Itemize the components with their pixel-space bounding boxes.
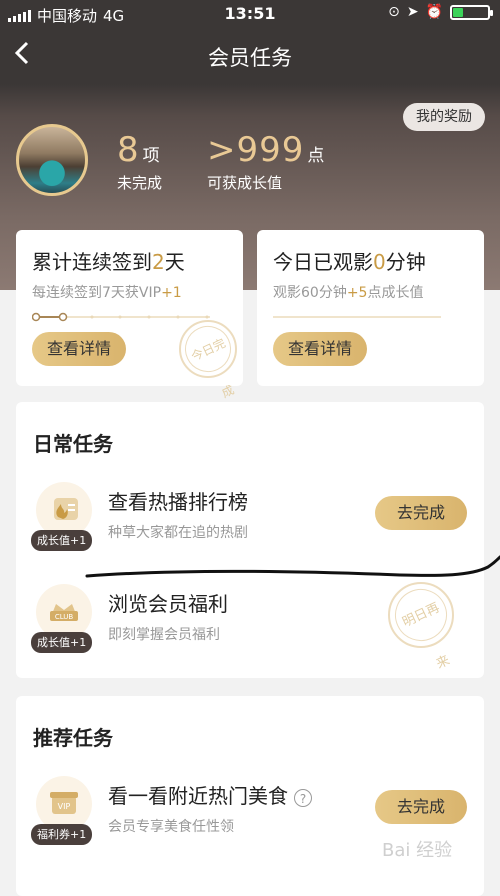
task-description: 即刻掌握会员福利 [108, 627, 220, 643]
rotation-lock-icon: ⊙ [388, 4, 400, 20]
checkin-subtitle: 每连续签到7天获VIP+1 [32, 285, 182, 301]
watch-details-button[interactable]: 查看详情 [273, 332, 367, 366]
svg-text:CLUB: CLUB [55, 613, 74, 621]
completed-today-stamp: 今日完成 [177, 318, 239, 400]
task-name: 看一看附近热门美食? [108, 780, 312, 809]
growth-label: 可获成长值 [207, 174, 283, 192]
help-icon[interactable]: ? [294, 788, 312, 807]
status-bar: 中国移动 4G 13:51 ⊙ ➤ ⏰ [0, 0, 500, 28]
growth-badge: 成长值+1 [31, 632, 93, 653]
daily-tasks-panel: 日常任务 成长值+1 查看热播排行榜 种草大家都在追的热剧 去完成 CLUB 成… [16, 402, 484, 678]
incomplete-count: 8 [117, 130, 140, 170]
incomplete-unit: 项 [142, 146, 160, 166]
page-title: 会员任务 [208, 46, 292, 70]
task-name: 浏览会员福利 [108, 592, 228, 616]
location-icon: ➤ [406, 4, 419, 20]
scribble-mark [85, 555, 500, 578]
watch-progress-track [273, 316, 441, 318]
watch-card: 今日已观影0分钟 观影60分钟+5点成长值 查看详情 [257, 230, 484, 386]
checkin-days: 2 [152, 250, 165, 274]
alarm-icon: ⏰ [425, 4, 443, 20]
growth-stat: >999 点 可获成长值 [207, 130, 324, 193]
watch-minutes: 0 [373, 250, 386, 274]
growth-value: >999 [207, 130, 305, 170]
battery-icon [450, 4, 493, 20]
svg-text:VIP: VIP [58, 802, 71, 811]
complete-task-button[interactable]: 去完成 [375, 496, 467, 530]
task-item[interactable]: CLUB 成长值+1 浏览会员福利 即刻掌握会员福利 明日再来 [16, 580, 484, 672]
my-rewards-button[interactable]: 我的奖励 [403, 103, 485, 131]
recommended-tasks-title: 推荐任务 [33, 726, 113, 750]
task-description: 会员专享美食任性领 [108, 819, 234, 835]
watch-title: 今日已观影0分钟 [273, 250, 426, 274]
growth-unit: 点 [307, 146, 325, 166]
watch-subtitle: 观影60分钟+5点成长值 [273, 285, 424, 301]
come-back-tomorrow-stamp: 明日再来 [386, 580, 456, 672]
avatar[interactable] [16, 124, 88, 196]
checkin-title: 累计连续签到2天 [32, 250, 185, 274]
coupon-badge: 福利券+1 [31, 824, 93, 845]
checkin-progress-track [32, 312, 210, 322]
checkin-card: 累计连续签到2天 每连续签到7天获VIP+1 查看详情 今日完成 [16, 230, 243, 400]
watermark: Bai 经验 [382, 840, 453, 861]
incomplete-stat: 8项 未完成 [117, 130, 162, 193]
task-description: 种草大家都在追的热剧 [108, 525, 248, 541]
incomplete-label: 未完成 [117, 174, 163, 192]
task-name: 查看热播排行榜 [108, 490, 248, 514]
checkin-details-button[interactable]: 查看详情 [32, 332, 126, 366]
nav-bar: 会员任务 [0, 28, 500, 84]
recommended-tasks-panel: 推荐任务 VIP 福利券+1 看一看附近热门美食? 会员专享美食任性领 去完成 [16, 696, 484, 896]
complete-task-button[interactable]: 去完成 [375, 790, 467, 824]
daily-tasks-title: 日常任务 [33, 432, 113, 456]
